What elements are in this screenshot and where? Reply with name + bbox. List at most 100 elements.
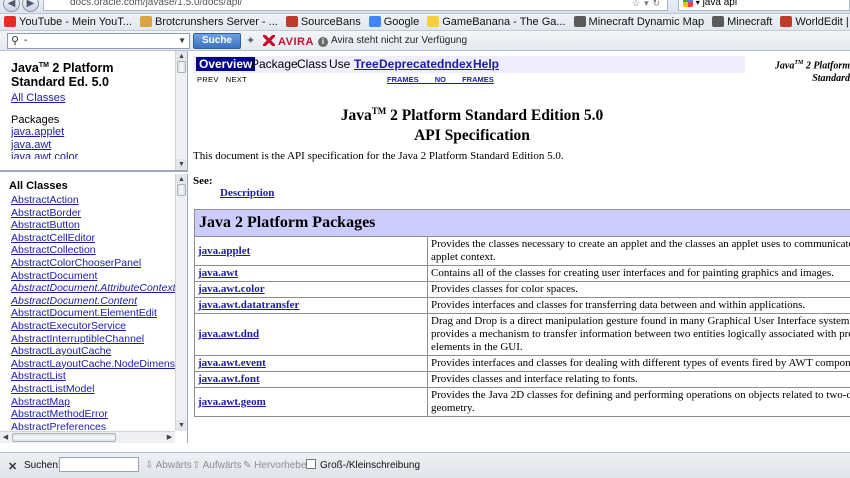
corner-title: JavaTM 2 Platform Standard	[775, 57, 850, 85]
nav-class: Class	[297, 57, 328, 71]
package-link-awt[interactable]: java.awt	[11, 139, 51, 151]
package-link[interactable]: java.awt	[198, 267, 238, 279]
highlight-button[interactable]: ✎ Hervorheben	[243, 460, 312, 471]
all-classes-link[interactable]: All Classes	[11, 92, 65, 104]
table-row: java.awt Contains all of the classes for …	[194, 265, 850, 282]
bookmark-item[interactable]: SourceBans	[282, 14, 361, 30]
find-next-button[interactable]: ⇩ Abwärts	[145, 460, 192, 471]
class-link[interactable]: AbstractAction	[11, 194, 187, 207]
class-link[interactable]: AbstractLayoutCache.NodeDimensions	[11, 358, 187, 371]
class-link[interactable]: AbstractDocument.AttributeContext	[11, 282, 187, 295]
corner-java: Java	[774, 60, 795, 72]
description-link[interactable]: Description	[220, 187, 274, 199]
scroll-right-icon[interactable]: ▶	[164, 432, 175, 443]
scroll-down-icon[interactable]: ▼	[176, 420, 187, 431]
scrollbar-thumb[interactable]	[177, 184, 186, 196]
package-link-applet[interactable]: java.applet	[11, 126, 64, 138]
bookmark-label: Minecraft Dynamic Map	[588, 16, 705, 28]
nav-help[interactable]: Help	[473, 57, 499, 71]
class-link[interactable]: AbstractListModel	[11, 383, 187, 396]
chevron-down-icon[interactable]: ▼	[178, 34, 186, 48]
bookmark-item[interactable]: YouTube - Mein YouT...	[0, 14, 132, 30]
address-bar-controls[interactable]: ☆▾↻	[632, 0, 664, 9]
scrollbar-thumb[interactable]	[177, 61, 186, 73]
class-link[interactable]: AbstractDocument.ElementEdit	[11, 307, 187, 320]
class-link[interactable]: AbstractInterruptibleChannel	[11, 333, 187, 346]
table-row: java.awt.font Provides classes and interf…	[194, 371, 850, 388]
find-input[interactable]	[59, 457, 139, 472]
nav-deprecated[interactable]: Deprecated	[379, 57, 444, 71]
class-link[interactable]: AbstractCollection	[11, 244, 187, 257]
page-title: JavaTM 2 Platform Standard Edition 5.0 A…	[189, 101, 755, 146]
next-label: NEXT	[225, 75, 247, 84]
class-link[interactable]: AbstractButton	[11, 219, 187, 232]
bookmark-item[interactable]: Minecraft	[708, 14, 772, 30]
avira-brand: AVIRA	[278, 36, 314, 48]
bookmark-item[interactable]: Brotcrunshers Server - ...	[136, 14, 278, 30]
bookmark-item[interactable]: WorldEdit | sk89q	[776, 14, 850, 30]
class-link[interactable]: AbstractMap	[11, 396, 187, 409]
match-case-checkbox[interactable]	[306, 459, 316, 469]
table-row: java.awt.datatransfer Provides interfaces…	[194, 297, 850, 314]
close-icon[interactable]: ✕	[8, 460, 17, 473]
hscrollbar-thumb[interactable]	[12, 433, 116, 442]
class-link[interactable]: AbstractMethodError	[11, 408, 187, 421]
arrow-down-icon: ⇩	[145, 460, 156, 471]
forward-button[interactable]: ▶	[22, 0, 39, 12]
frames-link[interactable]: FRAMES	[387, 75, 419, 84]
back-button[interactable]: ◀	[3, 0, 20, 12]
reload-icon[interactable]: ↻	[653, 0, 665, 8]
bookmark-item[interactable]: GameBanana - The Ga...	[423, 14, 566, 30]
package-name-cell: java.awt.font	[194, 371, 428, 388]
nav-index[interactable]: Index	[441, 57, 472, 71]
corner-standard: Standard	[812, 73, 850, 85]
address-bar[interactable]: docs.oracle.com/javase/1.5.0/docs/api/	[43, 0, 668, 11]
package-link[interactable]: java.awt.font	[198, 373, 260, 385]
find-previous-button[interactable]: ⇧ Aufwärts	[192, 460, 242, 471]
package-link[interactable]: java.awt.dnd	[198, 328, 259, 340]
scroll-left-icon[interactable]: ◀	[0, 432, 11, 443]
table-row: java.applet Provides the classes necessar…	[194, 236, 850, 266]
toolbar-search-input[interactable]: ⚲ - ▼	[7, 33, 190, 49]
classes-frame-hscrollbar[interactable]: ◀ ▶	[0, 431, 175, 443]
class-link[interactable]: AbstractBorder	[11, 207, 187, 220]
class-link[interactable]: AbstractDocument	[11, 270, 187, 283]
avira-status[interactable]: i Avira steht nicht zur Verfügung	[318, 35, 467, 47]
package-link-awt-color[interactable]: java.awt.color	[11, 151, 78, 159]
package-description: Contains all of the classes for creating…	[427, 265, 850, 282]
bookmark-label: SourceBans	[300, 16, 361, 28]
bookmark-item[interactable]: Minecraft Dynamic Map	[570, 14, 705, 30]
package-link[interactable]: java.awt.event	[198, 357, 266, 369]
class-link[interactable]: AbstractList	[11, 370, 187, 383]
search-engine-box[interactable]: ▾ java api	[678, 0, 850, 11]
bookmark-item[interactable]: Google	[365, 14, 419, 30]
classes-frame-scrollbar[interactable]: ▲ ▼	[175, 174, 187, 431]
bookmark-star-icon[interactable]: ☆	[632, 0, 644, 8]
package-link[interactable]: java.awt.geom	[198, 396, 266, 408]
package-frame-scrollbar[interactable]: ▲ ▼	[175, 51, 187, 170]
package-link[interactable]: java.awt.color	[198, 283, 265, 295]
class-link[interactable]: AbstractLayoutCache	[11, 345, 187, 358]
see-label: See:	[193, 175, 213, 187]
nav-tree[interactable]: Tree	[354, 57, 379, 71]
search-button[interactable]: Suche	[193, 33, 241, 49]
package-list-frame: JavaTM 2 Platform Standard Ed. 5.0 All C…	[0, 51, 188, 172]
search-engine-query: java api	[702, 0, 738, 8]
class-link[interactable]: AbstractCellEditor	[11, 232, 187, 245]
avira-logo[interactable]: AVIRA	[263, 35, 314, 48]
engine-dropdown-icon[interactable]: ▾	[696, 0, 700, 7]
package-link[interactable]: java.awt.datatransfer	[198, 299, 299, 311]
table-row: java.awt.color Provides classes for color…	[194, 281, 850, 298]
dropdown-icon[interactable]: ▾	[644, 0, 653, 8]
scroll-down-icon[interactable]: ▼	[176, 159, 187, 170]
class-link[interactable]: AbstractDocument.Content	[11, 295, 187, 308]
no-frames-link[interactable]: NO FRAMES	[435, 75, 494, 84]
frames-links: FRAMES NO FRAMES	[387, 75, 494, 84]
highlight-label: Hervorheben	[254, 460, 312, 471]
package-link[interactable]: java.applet	[198, 245, 250, 257]
package-frame-title: JavaTM 2 Platform Standard Ed. 5.0	[11, 59, 114, 89]
class-link[interactable]: AbstractColorChooserPanel	[11, 257, 187, 270]
class-link[interactable]: AbstractExecutorService	[11, 320, 187, 333]
corner-trademark: TM	[794, 60, 804, 66]
package-description: Provides interfaces and classes for deal…	[427, 355, 850, 372]
